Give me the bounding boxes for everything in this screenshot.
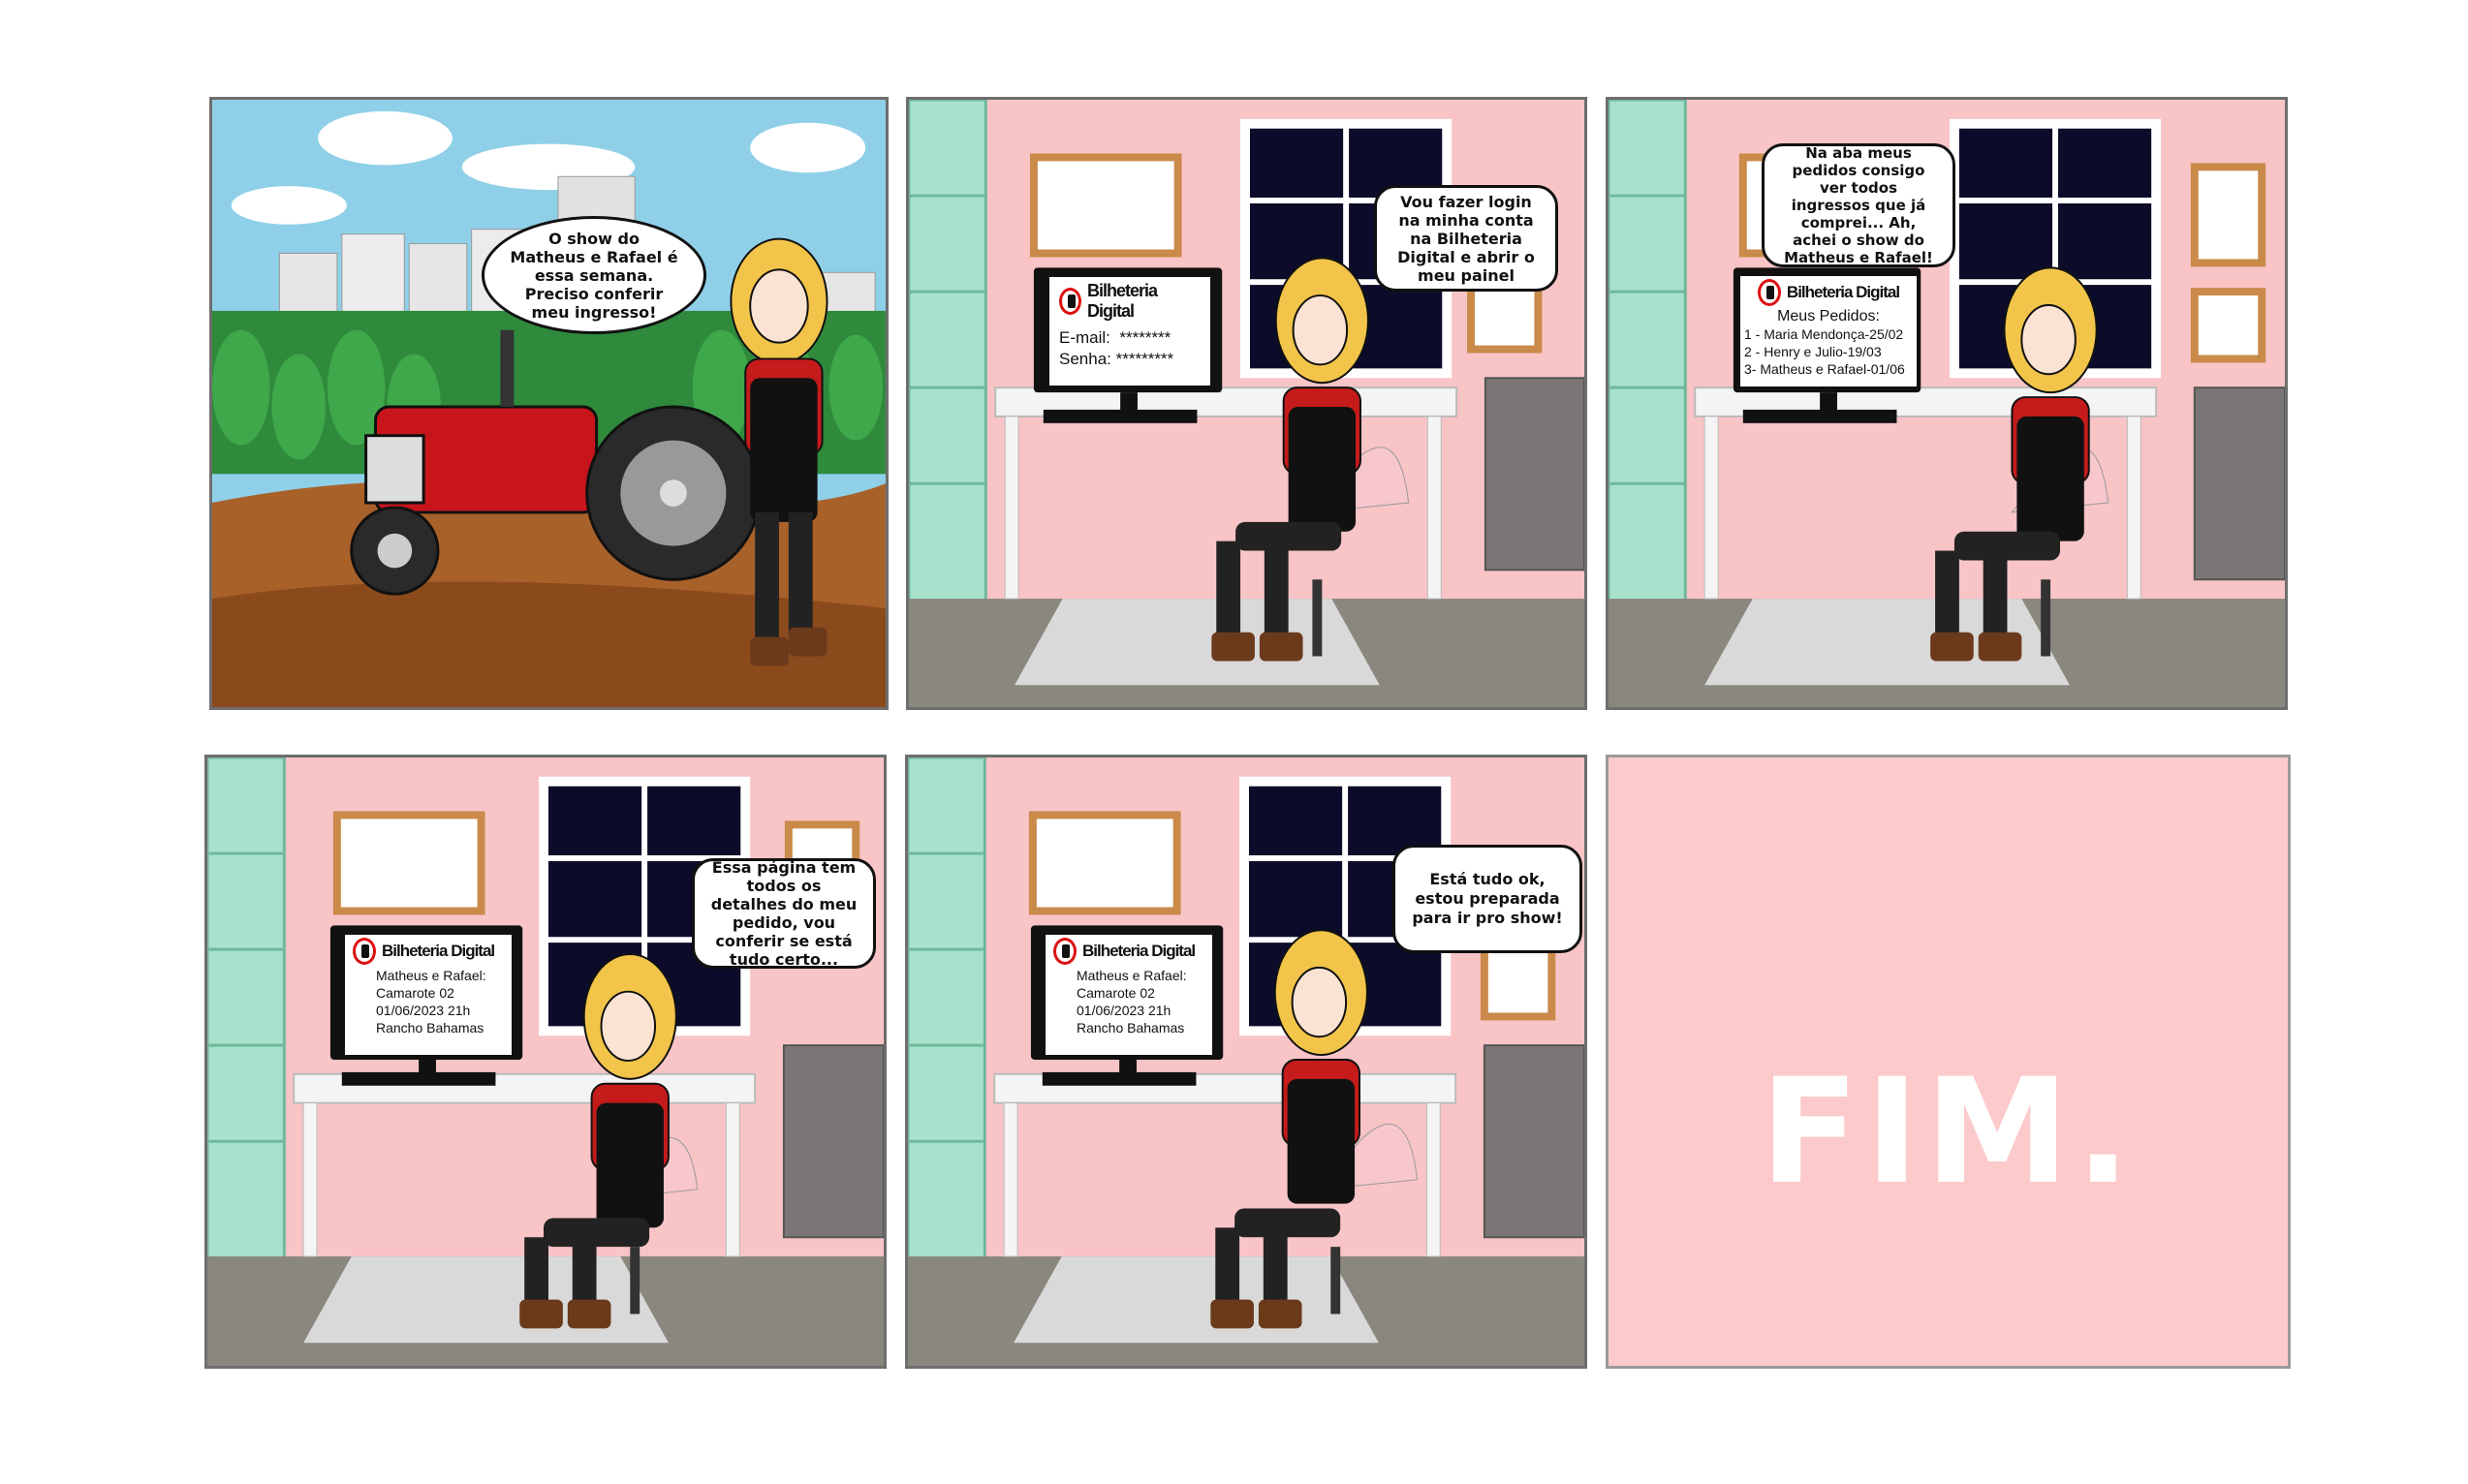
brand-name: Bilheteria Digital [1086, 281, 1158, 321]
detail-line: Camarote 02 [1077, 985, 1155, 1001]
order-item: 1 - Maria Mendonça-25/02 [1744, 326, 1904, 342]
detail-line: 01/06/2023 21h [1077, 1003, 1172, 1018]
farm-scene [212, 100, 886, 707]
brand-logo-icon [353, 938, 376, 965]
monitor-screen-orders: Bilheteria Digital Meus Pedidos: 1 - Mar… [1740, 276, 1917, 386]
comic-panel-4: Bilheteria Digital Matheus e Rafael: Cam… [204, 755, 887, 1369]
monitor-screen-details: Bilheteria Digital Matheus e Rafael: Cam… [345, 935, 512, 1055]
order-item: 3- Matheus e Rafael-01/06 [1744, 361, 1905, 377]
comic-panel-1: O show do Matheus e Rafael é essa semana… [209, 97, 889, 710]
speech-bubble-panel-3: Na aba meus pedidos consigo ver todos in… [1762, 143, 1955, 267]
email-label: E-mail: [1059, 328, 1110, 347]
brand-logo-icon [1053, 938, 1077, 965]
brand-name: Bilheteria Digital [382, 942, 495, 960]
detail-line: Rancho Bahamas [1077, 1020, 1185, 1036]
monitor-screen-details: Bilheteria Digital Matheus e Rafael: Cam… [1046, 935, 1212, 1055]
orders-heading: Meus Pedidos: [1777, 308, 1880, 325]
comic-panel-5: Bilheteria Digital Matheus e Rafael: Cam… [905, 755, 1587, 1369]
end-title: FIM. [1760, 1048, 2137, 1217]
brand-header: Bilheteria Digital [353, 938, 504, 965]
detail-line: Matheus e Rafael: [376, 968, 486, 983]
password-value: ********* [1115, 350, 1174, 368]
brand-logo-icon [1757, 279, 1781, 306]
speech-bubble-panel-4: Essa página tem todos os detalhes do meu… [692, 858, 876, 969]
comic-panel-6: FIM. [1606, 755, 2291, 1369]
brand-header: Bilheteria Digital [1744, 279, 1913, 306]
password-label: Senha: [1059, 350, 1111, 368]
speech-bubble-panel-5: Está tudo ok, estou preparada para ir pr… [1392, 845, 1582, 953]
brand-header: Bilheteria Digital [1053, 938, 1204, 965]
detail-line: Rancho Bahamas [376, 1020, 484, 1036]
detail-line: Matheus e Rafael: [1077, 968, 1187, 983]
password-row: Senha: ********* [1059, 349, 1201, 370]
brand-header: Bilheteria Digital [1059, 281, 1201, 322]
speech-bubble-panel-2: Vou fazer login na minha conta na Bilhet… [1374, 185, 1558, 292]
email-value: ******** [1119, 328, 1172, 347]
detail-line: 01/06/2023 21h [376, 1003, 471, 1018]
office-scene [207, 757, 884, 1366]
order-item: 2 - Henry e Julio-19/03 [1744, 344, 1882, 359]
detail-line: Camarote 02 [376, 985, 454, 1001]
brand-name: Bilheteria Digital [1082, 942, 1196, 960]
speech-bubble-panel-1: O show do Matheus e Rafael é essa semana… [482, 216, 706, 334]
brand-name: Bilheteria Digital [1786, 283, 1900, 301]
email-row: E-mail: ******** [1059, 327, 1201, 349]
comic-panel-3: Bilheteria Digital Meus Pedidos: 1 - Mar… [1606, 97, 2288, 710]
monitor-screen-login: Bilheteria Digital E-mail: ******** Senh… [1049, 277, 1210, 386]
comic-panel-2: Bilheteria Digital E-mail: ******** Senh… [906, 97, 1587, 710]
brand-logo-icon [1059, 288, 1081, 315]
